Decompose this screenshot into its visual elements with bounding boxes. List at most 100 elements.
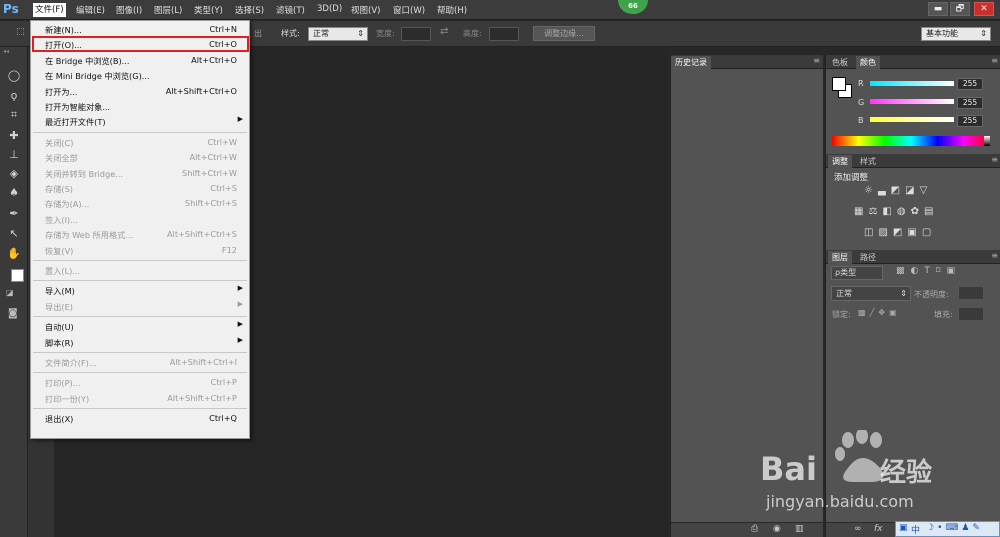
crop-icon[interactable]: ⌗	[7, 108, 21, 122]
type-filter-icon[interactable]: T	[924, 266, 936, 276]
spectrum-bar[interactable]	[832, 136, 990, 146]
new-snapshot-icon[interactable]: ⎙	[751, 524, 758, 534]
brightness-icon[interactable]: ☼	[864, 185, 878, 196]
menu-select[interactable]: 选择(S)	[235, 4, 264, 17]
panel-menu-icon[interactable]: ≡	[813, 56, 820, 65]
tab-adjustments[interactable]: 调整	[828, 155, 852, 168]
invert-icon[interactable]: ◫	[864, 227, 878, 238]
lock-pixels-icon[interactable]: ▩	[858, 308, 870, 317]
color-balance-icon[interactable]: ⚖	[868, 206, 882, 217]
bw-swatch[interactable]	[984, 136, 990, 146]
menu-item[interactable]: 脚本(R) ▶	[31, 335, 249, 350]
workspace-select[interactable]: 基本功能 ⇕	[921, 27, 991, 41]
g-slider[interactable]	[870, 99, 954, 104]
blur-icon[interactable]: ♠	[7, 186, 21, 200]
menu-image[interactable]: 图像(I)	[116, 4, 142, 17]
channel-mixer-icon[interactable]: ✿	[911, 206, 924, 217]
curves-icon[interactable]: ◩	[891, 185, 905, 196]
menu-item[interactable]: 在 Bridge 中浏览(B)... Alt+Ctrl+O	[31, 53, 249, 68]
trash-icon[interactable]: ▥	[795, 524, 804, 534]
levels-icon[interactable]: ▃	[878, 185, 891, 196]
maximize-button[interactable]: 🗗	[950, 2, 970, 16]
menu-window[interactable]: 窗口(W)	[393, 4, 425, 17]
lasso-marquee-icon[interactable]: ◯	[7, 69, 21, 83]
menu-help[interactable]: 帮助(H)	[437, 4, 467, 17]
eraser-icon[interactable]: ◈	[7, 167, 21, 181]
blend-mode-select[interactable]: 正常 ⇕	[831, 286, 911, 301]
tab-history[interactable]: 历史记录	[671, 56, 711, 69]
height-input[interactable]	[489, 27, 519, 41]
hue-saturation-icon[interactable]: ▦	[854, 206, 868, 217]
gradient-map-icon[interactable]: ▣	[907, 227, 921, 238]
selective-color-icon[interactable]: ▢	[922, 227, 936, 238]
close-button[interactable]: ✕	[974, 2, 994, 16]
lasso-icon[interactable]: ϙ	[7, 89, 21, 103]
lock-all-icon[interactable]: ▣	[889, 308, 901, 317]
adjust-filter-icon[interactable]: ◐	[911, 266, 925, 276]
width-input[interactable]	[401, 27, 431, 41]
menu-type[interactable]: 类型(Y)	[194, 4, 223, 17]
tab-styles[interactable]: 样式	[856, 155, 880, 168]
marquee-icon[interactable]: ⬚	[16, 27, 25, 37]
panel-menu-icon[interactable]: ≡	[991, 155, 998, 164]
opacity-input[interactable]	[958, 286, 984, 300]
menu-item[interactable]: 打开为... Alt+Shift+Ctrl+O	[31, 84, 249, 99]
shape-filter-icon[interactable]: ⌑	[936, 266, 947, 276]
collapse-icon[interactable]: ◂◂	[3, 48, 9, 55]
b-slider[interactable]	[870, 117, 954, 122]
panel-menu-icon[interactable]: ≡	[991, 251, 998, 260]
menu-view[interactable]: 视图(V)	[351, 4, 380, 17]
exposure-icon[interactable]: ◪	[905, 185, 919, 196]
stamp-icon[interactable]: ⊥	[7, 148, 21, 162]
menu-item[interactable]: 退出(X) Ctrl+Q	[31, 411, 249, 426]
ime-mode[interactable]: 中	[911, 523, 920, 536]
pixel-filter-icon[interactable]: ▩	[896, 266, 911, 276]
fill-input[interactable]	[958, 307, 984, 321]
ime-logo-icon[interactable]: ▣	[899, 523, 908, 533]
layer-kind-filter[interactable]: ρ类型	[831, 266, 883, 280]
minimize-button[interactable]: ▬	[928, 2, 948, 16]
menu-item[interactable]: 最近打开文件(T) ▶	[31, 114, 249, 129]
b-value[interactable]: 255	[957, 115, 983, 127]
fx-icon[interactable]: fx	[874, 524, 883, 534]
swap-colors-icon[interactable]: ◪	[6, 288, 14, 297]
menu-item[interactable]: 打开为智能对象...	[31, 99, 249, 114]
tab-swatches[interactable]: 色板	[828, 56, 852, 69]
menu-3d[interactable]: 3D(D)	[317, 4, 342, 17]
color-lookup-icon[interactable]: ▤	[924, 206, 938, 217]
smart-filter-icon[interactable]: ▣	[947, 266, 962, 276]
refine-edge-button[interactable]: 调整边缘...	[533, 26, 595, 41]
menu-edit[interactable]: 编辑(E)	[76, 4, 105, 17]
menu-item[interactable]: 自动(U) ▶	[31, 319, 249, 334]
tab-color[interactable]: 颜色	[856, 56, 880, 69]
menu-item[interactable]: 导入(M) ▶	[31, 283, 249, 298]
tab-layers[interactable]: 图层	[828, 251, 852, 264]
g-value[interactable]: 255	[957, 97, 983, 109]
tab-paths[interactable]: 路径	[856, 251, 880, 264]
r-slider[interactable]	[870, 81, 954, 86]
hand-icon[interactable]: ✋	[7, 247, 21, 261]
posterize-icon[interactable]: ▨	[878, 227, 892, 238]
foreground-color-swatch[interactable]	[11, 269, 24, 282]
quick-mask-icon[interactable]: ◙	[8, 308, 18, 319]
menu-item[interactable]: 在 Mini Bridge 中浏览(G)...	[31, 68, 249, 83]
threshold-icon[interactable]: ◩	[893, 227, 907, 238]
style-select[interactable]: 正常 ⇕	[308, 27, 368, 41]
pen-icon[interactable]: ✒	[7, 207, 21, 221]
swap-icon[interactable]: ⇄	[440, 26, 448, 37]
notification-badge[interactable]: 66	[618, 0, 648, 14]
menu-layer[interactable]: 图层(L)	[154, 4, 182, 17]
photo-filter-icon[interactable]: ◍	[897, 206, 911, 217]
path-select-icon[interactable]: ↖	[7, 227, 21, 241]
menu-item[interactable]: 新建(N)... Ctrl+N	[31, 22, 249, 37]
panel-menu-icon[interactable]: ≡	[991, 56, 998, 65]
menu-file[interactable]: 文件(F)	[33, 3, 66, 17]
r-value[interactable]: 255	[957, 78, 983, 90]
bw-icon[interactable]: ◧	[882, 206, 896, 217]
menu-filter[interactable]: 滤镜(T)	[276, 4, 305, 17]
lock-move-icon[interactable]: ✥	[878, 308, 889, 317]
camera-icon[interactable]: ◉	[773, 524, 781, 534]
ime-icons[interactable]: ☽•⌨♟✎	[926, 523, 983, 533]
link-icon[interactable]: ∞	[854, 524, 862, 534]
vibrance-icon[interactable]: ▽	[920, 185, 933, 196]
